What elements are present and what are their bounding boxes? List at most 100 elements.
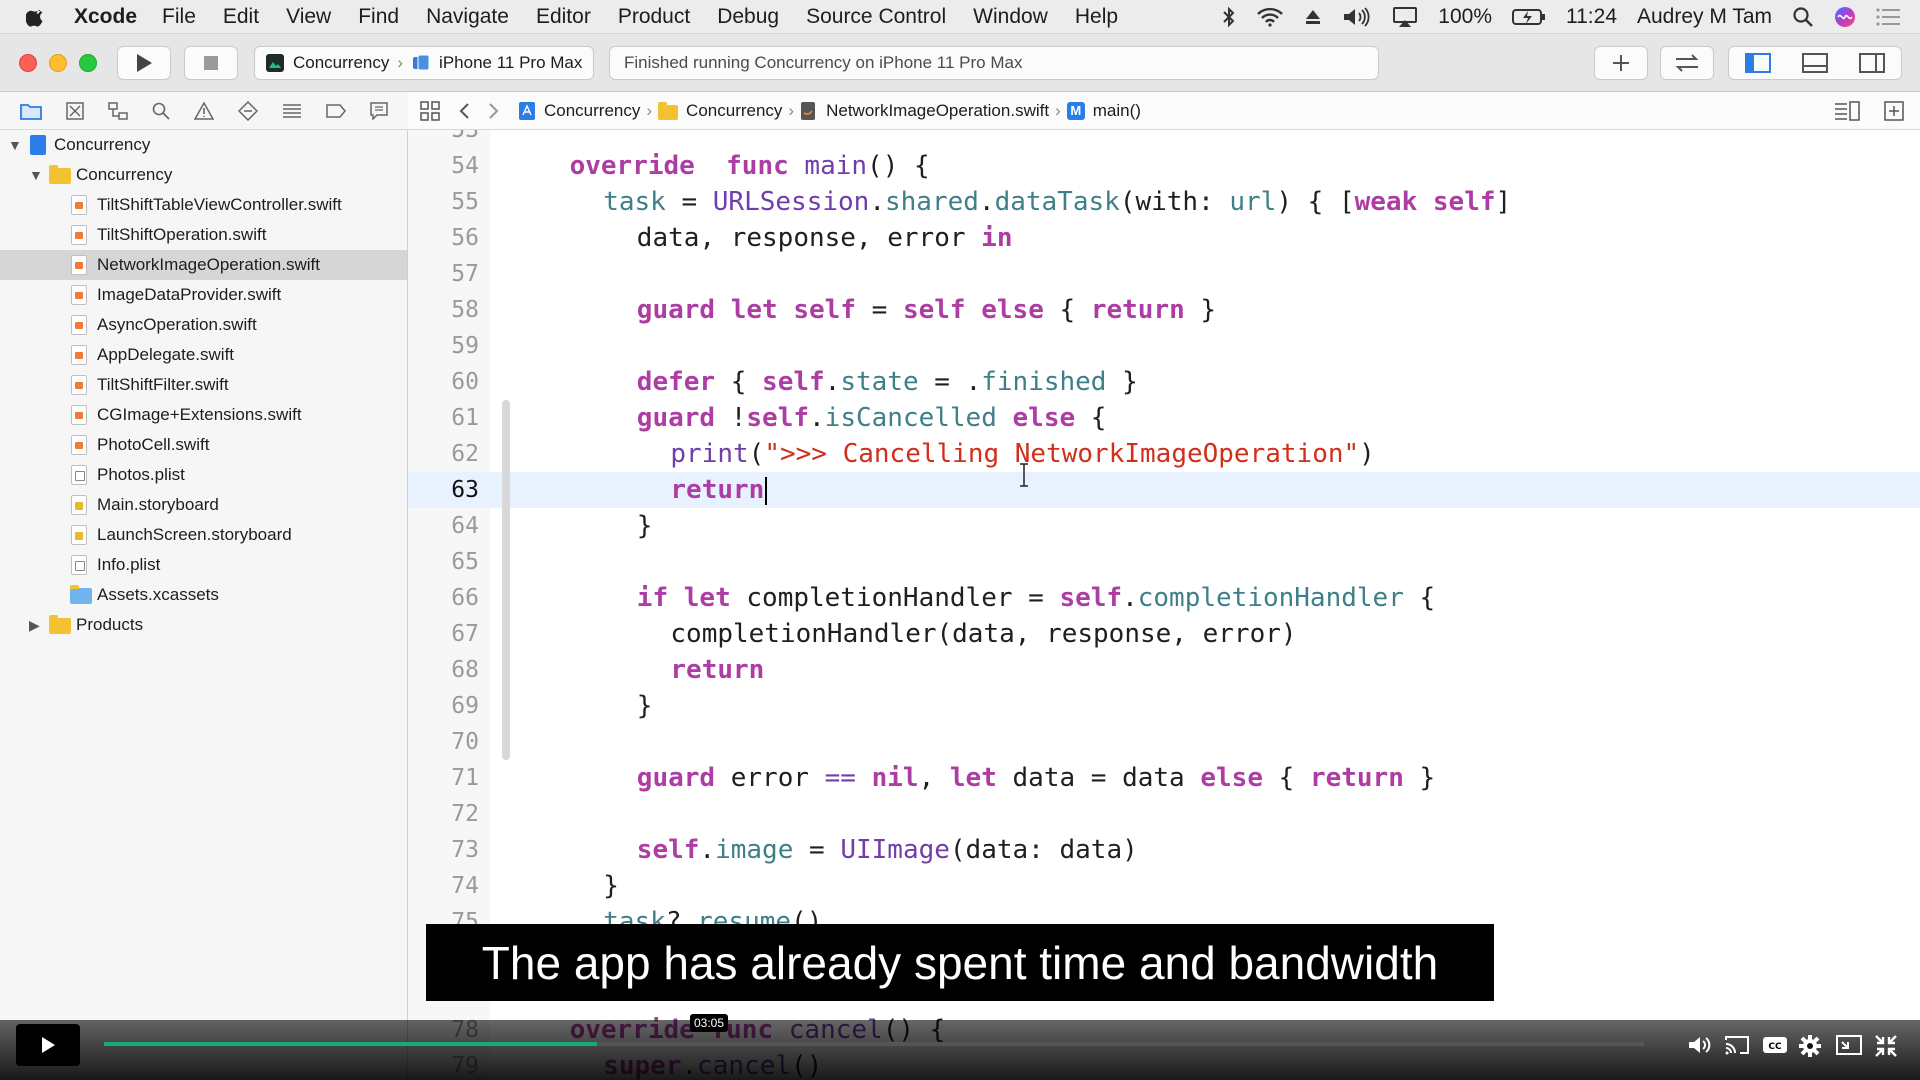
file-row[interactable]: AsyncOperation.swift xyxy=(0,310,407,340)
forward-arrow-icon[interactable] xyxy=(488,102,500,120)
folder-icon[interactable] xyxy=(20,102,42,120)
volume-icon[interactable] xyxy=(1688,1034,1714,1056)
line-number[interactable]: 60 xyxy=(408,364,490,400)
debug-list-icon[interactable] xyxy=(282,103,302,119)
menu-window[interactable]: Window xyxy=(973,5,1048,29)
file-row[interactable]: AppDelegate.swift xyxy=(0,340,407,370)
code-folding-ribbon[interactable] xyxy=(502,400,510,760)
line-number[interactable]: 65 xyxy=(408,544,490,580)
debug-area-toggle-icon[interactable] xyxy=(1801,53,1828,73)
airplay-icon[interactable] xyxy=(1392,6,1418,28)
menu-find[interactable]: Find xyxy=(358,5,399,29)
file-row[interactable]: Main.storyboard xyxy=(0,490,407,520)
menu-view[interactable]: View xyxy=(286,5,331,29)
apple-icon[interactable] xyxy=(26,6,60,28)
code-line[interactable]: defer { self.state = .finished } xyxy=(637,364,1138,400)
bluetooth-icon[interactable] xyxy=(1222,6,1236,28)
line-number[interactable]: 70 xyxy=(408,724,490,760)
menu-source-control[interactable]: Source Control xyxy=(806,5,946,29)
line-number[interactable]: 54 xyxy=(408,148,490,184)
code-line[interactable]: } xyxy=(637,688,653,724)
video-seek-progress[interactable] xyxy=(104,1042,597,1046)
app-menu[interactable]: Xcode xyxy=(74,5,137,29)
disclosure-open-icon[interactable]: ▼ xyxy=(29,167,43,183)
jump-file[interactable]: NetworkImageOperation.swift xyxy=(826,101,1049,121)
eject-icon[interactable] xyxy=(1304,8,1322,26)
menu-edit[interactable]: Edit xyxy=(223,5,259,29)
code-line[interactable]: task = URLSession.shared.dataTask(with: … xyxy=(603,184,1511,220)
code-line[interactable]: guard !self.isCancelled else { xyxy=(637,400,1107,436)
tree-group-row[interactable]: ▼ Concurrency xyxy=(0,160,407,190)
menu-debug[interactable]: Debug xyxy=(717,5,779,29)
tree-project-row[interactable]: ▼ Concurrency xyxy=(0,130,407,160)
clock[interactable]: 11:24 xyxy=(1566,5,1617,29)
code-line[interactable]: return xyxy=(670,472,768,508)
line-number[interactable]: 63 xyxy=(408,472,490,508)
code-review-button[interactable] xyxy=(1660,46,1714,80)
menu-navigate[interactable]: Navigate xyxy=(426,5,509,29)
line-number[interactable]: 71 xyxy=(408,760,490,796)
line-number[interactable]: 61 xyxy=(408,400,490,436)
code-line[interactable]: override func main() { xyxy=(570,148,930,184)
spotlight-icon[interactable] xyxy=(1792,6,1814,28)
closed-captions-icon[interactable]: CC xyxy=(1762,1034,1788,1056)
editor-options-icon[interactable] xyxy=(1834,100,1860,121)
symbol-icon[interactable] xyxy=(108,101,128,120)
tree-products-row[interactable]: ▶ Products xyxy=(0,610,407,640)
disclosure-closed-icon[interactable]: ▶ xyxy=(29,617,40,634)
code-line[interactable]: guard let self = self else { return } xyxy=(637,292,1216,328)
line-number[interactable]: 59 xyxy=(408,328,490,364)
line-number[interactable]: 69 xyxy=(408,688,490,724)
file-row[interactable]: Assets.xcassets xyxy=(0,580,407,610)
code-line[interactable]: if let completionHandler = self.completi… xyxy=(637,580,1435,616)
jump-group[interactable]: Concurrency xyxy=(686,101,782,121)
video-play-button[interactable] xyxy=(16,1024,80,1066)
code-line[interactable]: data, response, error in xyxy=(637,220,1013,256)
code-line[interactable]: guard error == nil, let data = data else… xyxy=(637,760,1435,796)
source-control-icon[interactable] xyxy=(66,101,84,120)
line-number[interactable]: 74 xyxy=(408,868,490,904)
report-icon[interactable] xyxy=(370,101,388,120)
line-number[interactable]: 57 xyxy=(408,256,490,292)
volume-icon[interactable] xyxy=(1342,7,1372,27)
fullscreen-exit-icon[interactable] xyxy=(1874,1034,1898,1058)
line-number[interactable]: 72 xyxy=(408,796,490,832)
search-icon[interactable] xyxy=(152,102,170,120)
line-number[interactable]: 58 xyxy=(408,292,490,328)
add-editor-icon[interactable] xyxy=(1884,100,1904,121)
line-number[interactable]: 66 xyxy=(408,580,490,616)
file-row[interactable]: TiltShiftFilter.swift xyxy=(0,370,407,400)
file-row-selected[interactable]: NetworkImageOperation.swift xyxy=(0,250,407,280)
minimize-window-button[interactable] xyxy=(49,54,67,72)
line-number[interactable]: 62 xyxy=(408,436,490,472)
close-window-button[interactable] xyxy=(19,54,37,72)
file-row[interactable]: TiltShiftTableViewController.swift xyxy=(0,190,407,220)
back-arrow-icon[interactable] xyxy=(458,102,470,120)
menu-file[interactable]: File xyxy=(162,5,196,29)
disclosure-open-icon[interactable]: ▼ xyxy=(8,137,22,153)
file-row[interactable]: ImageDataProvider.swift xyxy=(0,280,407,310)
test-diamond-icon[interactable] xyxy=(238,100,258,121)
run-button[interactable] xyxy=(117,46,171,80)
file-row[interactable]: PhotoCell.swift xyxy=(0,430,407,460)
file-row[interactable]: LaunchScreen.storyboard xyxy=(0,520,407,550)
picture-in-picture-icon[interactable] xyxy=(1836,1034,1862,1056)
zoom-window-button[interactable] xyxy=(79,54,97,72)
cast-icon[interactable] xyxy=(1724,1034,1750,1056)
jump-project[interactable]: Concurrency xyxy=(544,101,640,121)
library-button[interactable] xyxy=(1594,46,1648,80)
line-number[interactable]: 68 xyxy=(408,652,490,688)
inspector-toggle-icon[interactable] xyxy=(1859,53,1886,73)
stop-button[interactable] xyxy=(184,46,238,80)
line-number[interactable]: 67 xyxy=(408,616,490,652)
settings-gear-icon[interactable] xyxy=(1798,1034,1822,1058)
code-line[interactable]: return xyxy=(670,652,764,688)
breakpoint-icon[interactable] xyxy=(326,103,346,118)
line-number[interactable]: 55 xyxy=(408,184,490,220)
notification-center-icon[interactable] xyxy=(1876,7,1902,27)
code-line[interactable]: completionHandler(data, response, error) xyxy=(670,616,1296,652)
file-row[interactable]: Info.plist xyxy=(0,550,407,580)
line-number[interactable]: 64 xyxy=(408,508,490,544)
navigator-toggle-icon[interactable] xyxy=(1744,53,1771,73)
wifi-icon[interactable] xyxy=(1256,7,1284,27)
